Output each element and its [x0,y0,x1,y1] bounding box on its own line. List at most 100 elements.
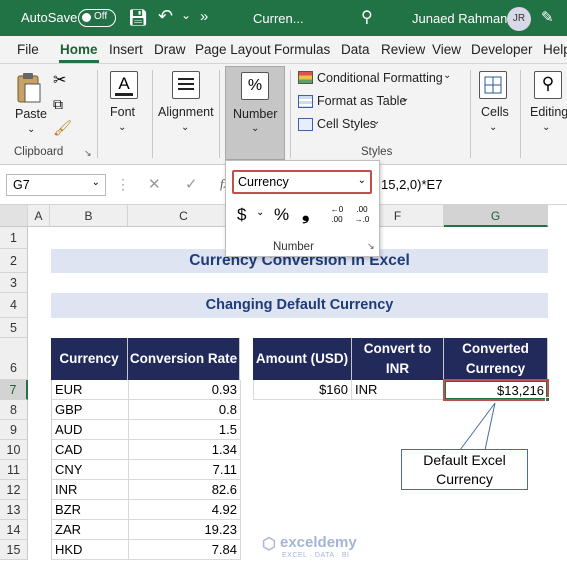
undo-icon[interactable]: ↶ [158,6,173,27]
format-as-table-button[interactable]: Format as Table [317,94,406,108]
row-header[interactable]: 6 [0,338,28,380]
more-commands-icon[interactable]: » [200,8,208,25]
table-cell[interactable]: 1.5 [129,420,241,440]
table-header-convert-to[interactable]: Convert to INR [352,338,444,380]
table-header-conversion-rate[interactable]: Conversion Rate [128,338,240,380]
clipboard-launcher-icon[interactable]: ↘ [84,148,92,159]
row-header[interactable]: 8 [0,400,28,420]
format-table-dropdown-icon[interactable]: ⌄ [401,93,409,104]
formula-text[interactable]: 15,2,0)*E7 [381,177,442,192]
cells-dropdown-icon[interactable]: ⌄ [489,122,497,133]
conditional-formatting-button[interactable]: Conditional Formatting [317,71,443,85]
row-header[interactable]: 15 [0,540,28,560]
number-launcher-icon[interactable]: ↘ [367,241,375,252]
comma-style-icon[interactable]: ❟ [302,203,309,225]
tab-insert[interactable]: Insert [109,42,143,57]
editing-search-icon[interactable]: ⚲ [534,71,562,99]
tab-view[interactable]: View [432,42,461,57]
cut-icon[interactable]: ✂ [53,70,66,90]
cells-label[interactable]: Cells [481,105,509,119]
row-header[interactable]: 9 [0,420,28,440]
tab-developer[interactable]: Developer [471,42,533,57]
table-cell[interactable]: CAD [52,440,129,460]
column-header[interactable]: A [28,205,50,227]
table-cell[interactable]: HKD [52,540,129,560]
decrease-decimal-button[interactable]: .00 →.0 [351,205,373,229]
tab-file[interactable]: File [17,42,39,57]
table-cell[interactable]: BZR [52,500,129,520]
increase-decimal-button[interactable]: ←0 .00 [327,205,347,229]
sheet-subtitle[interactable]: Changing Default Currency [51,293,548,318]
table-header-currency[interactable]: Currency [51,338,128,380]
number-format-dropdown-icon[interactable]: ⌄ [358,175,366,186]
font-dropdown-icon[interactable]: ⌄ [118,122,126,133]
alignment-icon[interactable] [172,71,200,99]
table-cell[interactable]: 7.84 [129,540,241,560]
font-label[interactable]: Font [110,105,135,119]
tab-data[interactable]: Data [341,42,370,57]
cells-icon[interactable] [479,71,507,99]
pen-icon[interactable]: ✎ [541,8,554,26]
conditional-dropdown-icon[interactable]: ⌄ [443,70,451,81]
column-header[interactable]: C [128,205,240,227]
cancel-icon[interactable]: ✕ [148,175,161,193]
row-header[interactable]: 5 [0,318,28,338]
table-cell[interactable]: 4.92 [129,500,241,520]
convert-to-cell[interactable]: INR [352,380,444,400]
amount-cell[interactable]: $160 [253,380,352,400]
tab-home[interactable]: Home [60,42,98,57]
row-header[interactable]: 14 [0,520,28,540]
search-icon[interactable]: ⚲ [361,7,373,27]
paste-label[interactable]: Paste [15,107,47,121]
table-cell[interactable]: ZAR [52,520,129,540]
tab-help[interactable]: Help [543,42,567,57]
cell-styles-button[interactable]: Cell Styles [317,117,376,131]
select-all-corner[interactable] [0,205,28,227]
row-header[interactable]: 12 [0,480,28,500]
editing-label[interactable]: Editing [530,105,567,119]
more-options-icon[interactable]: ⋮ [116,176,130,193]
tab-formulas[interactable]: Formulas [274,42,330,57]
row-header[interactable]: 11 [0,460,28,480]
name-box-dropdown-icon[interactable]: ⌄ [92,177,100,188]
tab-draw[interactable]: Draw [154,42,186,57]
cell-styles-dropdown-icon[interactable]: ⌄ [372,116,380,127]
format-painter-icon[interactable]: 🖌︎ [53,119,72,137]
table-cell[interactable]: 19.23 [129,520,241,540]
table-cell[interactable]: 0.93 [129,380,241,400]
table-cell[interactable]: GBP [52,400,129,420]
undo-dropdown-icon[interactable]: ⌄ [181,8,191,22]
number-format-dropdown[interactable]: Currency ⌄ [232,170,372,194]
paste-button[interactable] [16,72,42,104]
column-header-selected[interactable]: G [444,205,548,227]
alignment-dropdown-icon[interactable]: ⌄ [181,122,189,133]
dollar-dropdown-icon[interactable]: ⌄ [256,207,264,218]
number-button[interactable]: % Number ⌄ [225,66,285,160]
tab-page-layout[interactable]: Page Layout [195,42,271,57]
table-cell[interactable]: 82.6 [129,480,241,500]
table-cell[interactable]: EUR [52,380,129,400]
name-box[interactable]: G7 ⌄ [6,174,106,196]
row-header[interactable]: 3 [0,273,28,293]
dollar-icon[interactable]: $ [237,205,246,225]
tab-review[interactable]: Review [381,42,425,57]
table-cell[interactable]: 0.8 [129,400,241,420]
row-header[interactable]: 10 [0,440,28,460]
table-cell[interactable]: AUD [52,420,129,440]
percent-style-icon[interactable]: % [274,205,289,225]
enter-icon[interactable]: ✓ [185,175,198,193]
autosave-toggle[interactable]: Off [78,9,116,27]
avatar[interactable]: JR [507,7,531,31]
copy-icon[interactable]: ⧉ [53,96,63,113]
table-cell[interactable]: 7.11 [129,460,241,480]
row-header-selected[interactable]: 7 [0,380,28,400]
editing-dropdown-icon[interactable]: ⌄ [542,122,550,133]
alignment-label[interactable]: Alignment [158,105,214,119]
save-icon[interactable]: 💾︎ [128,8,148,28]
table-cell[interactable]: 1.34 [129,440,241,460]
table-cell[interactable]: INR [52,480,129,500]
table-header-converted-currency[interactable]: Converted Currency [444,338,548,380]
font-icon[interactable]: A [110,71,138,99]
column-header[interactable]: B [50,205,128,227]
row-header[interactable]: 2 [0,249,28,273]
